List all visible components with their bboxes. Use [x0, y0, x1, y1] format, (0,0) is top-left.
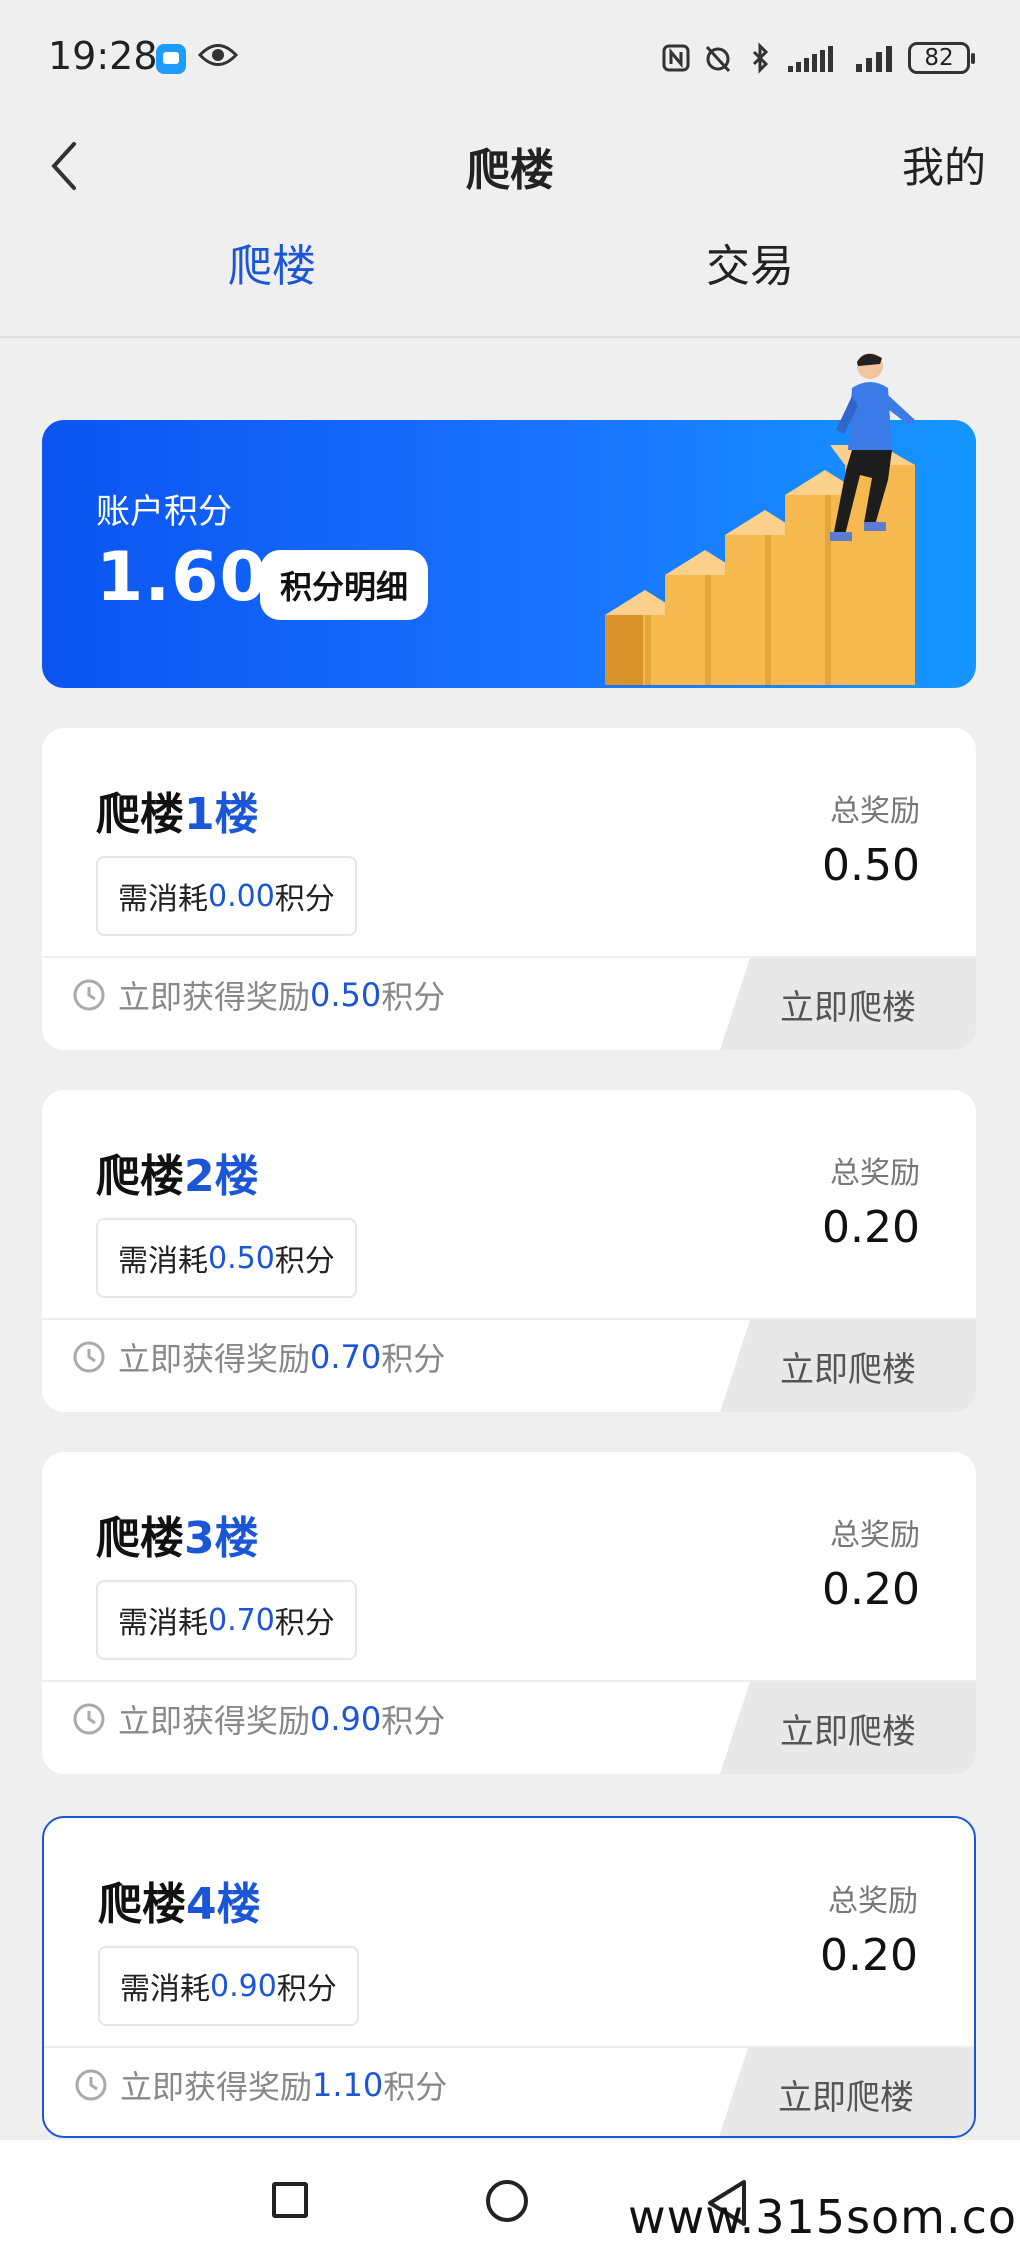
climb-card-title: 爬楼1楼 — [96, 778, 259, 842]
total-reward-label: 总奖励 — [830, 1518, 920, 1553]
battery-indicator: 82 — [908, 42, 975, 74]
signal-icon-2 — [856, 46, 892, 72]
footer-unit: 积分 — [383, 2068, 448, 2106]
climb-floor-number: 1楼 — [184, 789, 259, 840]
watermark-text: www.315som.com — [628, 2190, 1020, 2244]
nfc-icon — [662, 44, 690, 72]
cost-prefix: 需消耗 — [120, 1972, 210, 2007]
climb-card-3: 爬楼3楼 需消耗 0.70 积分 总奖励 0.20 立即获得奖励 0.90 积分 立即爬… — [42, 1452, 976, 1774]
status-time: 19:28 — [48, 34, 158, 78]
tab-bar: 爬楼 交易 — [0, 220, 1020, 338]
cost-value: 0.90 — [210, 1968, 277, 2004]
climb-title-prefix: 爬楼 — [98, 1879, 186, 1930]
cost-box: 需消耗 0.90 积分 — [98, 1946, 359, 2026]
footer-unit: 积分 — [381, 1702, 446, 1740]
climb-card-title: 爬楼3楼 — [96, 1502, 259, 1566]
bluetooth-icon — [752, 42, 769, 74]
cost-unit: 积分 — [274, 1606, 335, 1641]
climb-title-prefix: 爬楼 — [96, 1151, 184, 1202]
total-reward-value: 0.20 — [820, 1930, 918, 1981]
page-title: 爬楼 — [466, 145, 554, 196]
account-points-value: 1.60 — [96, 538, 268, 617]
status-bar: 19:28 82 — [0, 0, 1020, 120]
clock-icon — [73, 1703, 105, 1735]
clock-icon — [73, 1341, 105, 1373]
tab-trade[interactable]: 交易 — [706, 230, 794, 294]
climb-now-button[interactable]: 立即爬楼 — [720, 1682, 976, 1774]
footer-value: 0.70 — [310, 1338, 382, 1376]
cost-unit: 积分 — [276, 1972, 337, 2007]
climb-card-1: 爬楼1楼 需消耗 0.00 积分 总奖励 0.50 立即获得奖励 0.50 积分 立即爬… — [42, 728, 976, 1050]
total-reward-value: 0.20 — [822, 1202, 920, 1253]
footer-value: 1.10 — [312, 2066, 384, 2104]
cost-box: 需消耗 0.50 积分 — [96, 1218, 357, 1298]
climb-now-button[interactable]: 立即爬楼 — [720, 958, 976, 1050]
footer-prefix: 立即获得奖励 — [118, 1340, 311, 1378]
climb-card-title: 爬楼4楼 — [98, 1868, 261, 1932]
climb-now-button[interactable]: 立即爬楼 — [718, 2048, 974, 2136]
cost-unit: 积分 — [274, 1244, 335, 1279]
status-icons: 82 — [660, 38, 975, 78]
footer-value: 0.90 — [310, 1700, 382, 1738]
cost-prefix: 需消耗 — [118, 882, 208, 917]
climb-card-4: 爬楼4楼 需消耗 0.90 积分 总奖励 0.20 立即获得奖励 1.10 积分 立即爬… — [42, 1816, 976, 2138]
footer-prefix: 立即获得奖励 — [118, 1702, 311, 1740]
recent-apps-icon[interactable] — [272, 2182, 308, 2218]
climb-card-2: 爬楼2楼 需消耗 0.50 积分 总奖励 0.20 立即获得奖励 0.70 积分 立即爬… — [42, 1090, 976, 1412]
footer-unit: 积分 — [381, 978, 446, 1016]
message-app-icon — [156, 44, 186, 74]
instant-reward-text: 立即获得奖励 1.10 积分 — [74, 2062, 447, 2108]
system-nav-bar: www.315som.com — [0, 2140, 1020, 2250]
account-points-label: 账户积分 — [96, 492, 232, 532]
header: 爬楼 我的 — [0, 120, 1020, 220]
total-reward-value: 0.50 — [822, 840, 920, 891]
eye-icon — [198, 44, 238, 66]
cost-value: 0.00 — [208, 878, 275, 914]
cost-unit: 积分 — [274, 882, 335, 917]
points-detail-button[interactable]: 积分明细 — [260, 550, 429, 620]
footer-prefix: 立即获得奖励 — [120, 2068, 313, 2106]
card-divider — [44, 2046, 974, 2048]
climb-floor-number: 4楼 — [186, 1879, 261, 1930]
total-reward-label: 总奖励 — [830, 794, 920, 829]
cost-box: 需消耗 0.00 积分 — [96, 856, 357, 936]
signal-icon-1 — [788, 46, 833, 72]
climb-floor-number: 2楼 — [184, 1151, 259, 1202]
clock-icon — [75, 2069, 107, 2101]
cost-box: 需消耗 0.70 积分 — [96, 1580, 357, 1660]
clock-icon — [73, 979, 105, 1011]
footer-value: 0.50 — [310, 976, 382, 1014]
instant-reward-text: 立即获得奖励 0.90 积分 — [72, 1696, 445, 1742]
climb-floor-number: 3楼 — [184, 1513, 259, 1564]
cost-prefix: 需消耗 — [118, 1606, 208, 1641]
climb-title-prefix: 爬楼 — [96, 1513, 184, 1564]
cost-value: 0.50 — [208, 1240, 275, 1276]
total-reward-value: 0.20 — [822, 1564, 920, 1615]
tab-climb[interactable]: 爬楼 — [228, 230, 316, 294]
mine-link[interactable]: 我的 — [902, 134, 986, 195]
footer-unit: 积分 — [381, 1340, 446, 1378]
climb-card-title: 爬楼2楼 — [96, 1140, 259, 1204]
total-reward-label: 总奖励 — [830, 1156, 920, 1191]
card-divider — [42, 1318, 976, 1320]
card-divider — [42, 1680, 976, 1682]
instant-reward-text: 立即获得奖励 0.50 积分 — [72, 972, 445, 1018]
home-icon[interactable] — [486, 2180, 528, 2222]
instant-reward-text: 立即获得奖励 0.70 积分 — [72, 1334, 445, 1380]
cost-value: 0.70 — [208, 1602, 275, 1638]
total-reward-label: 总奖励 — [828, 1884, 918, 1919]
alarm-off-icon — [705, 45, 731, 73]
climb-now-button[interactable]: 立即爬楼 — [720, 1320, 976, 1412]
climb-title-prefix: 爬楼 — [96, 789, 184, 840]
cost-prefix: 需消耗 — [118, 1244, 208, 1279]
footer-prefix: 立即获得奖励 — [118, 978, 311, 1016]
stairs-climber-illustration — [605, 353, 915, 685]
card-divider — [42, 956, 976, 958]
